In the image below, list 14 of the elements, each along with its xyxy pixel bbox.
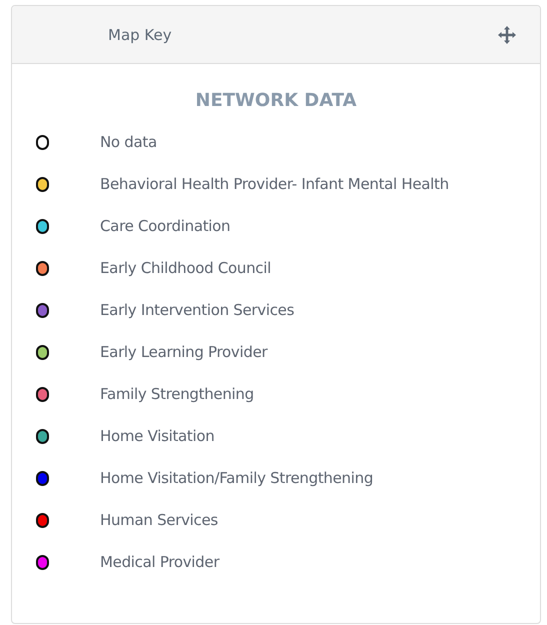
- legend-label: No data: [100, 133, 157, 151]
- legend-label: Family Strengthening: [100, 385, 254, 403]
- panel-title: Map Key: [108, 26, 172, 44]
- legend-heading: NETWORK DATA: [194, 90, 358, 111]
- legend-label: Early Childhood Council: [100, 259, 271, 277]
- legend-label: Home Visitation/Family Strengthening: [100, 469, 374, 487]
- legend-label: Home Visitation: [100, 427, 214, 445]
- legend-label: Care Coordination: [100, 217, 230, 235]
- move-icon[interactable]: [497, 24, 517, 44]
- legend-label: Behavioral Health Provider- Infant Mental Health: [100, 175, 449, 193]
- legend-label: Early Intervention Services: [100, 301, 294, 319]
- legend-label: Human Services: [100, 511, 218, 529]
- legend-label: Early Learning Provider: [100, 343, 268, 361]
- legend-label: Medical Provider: [100, 553, 220, 571]
